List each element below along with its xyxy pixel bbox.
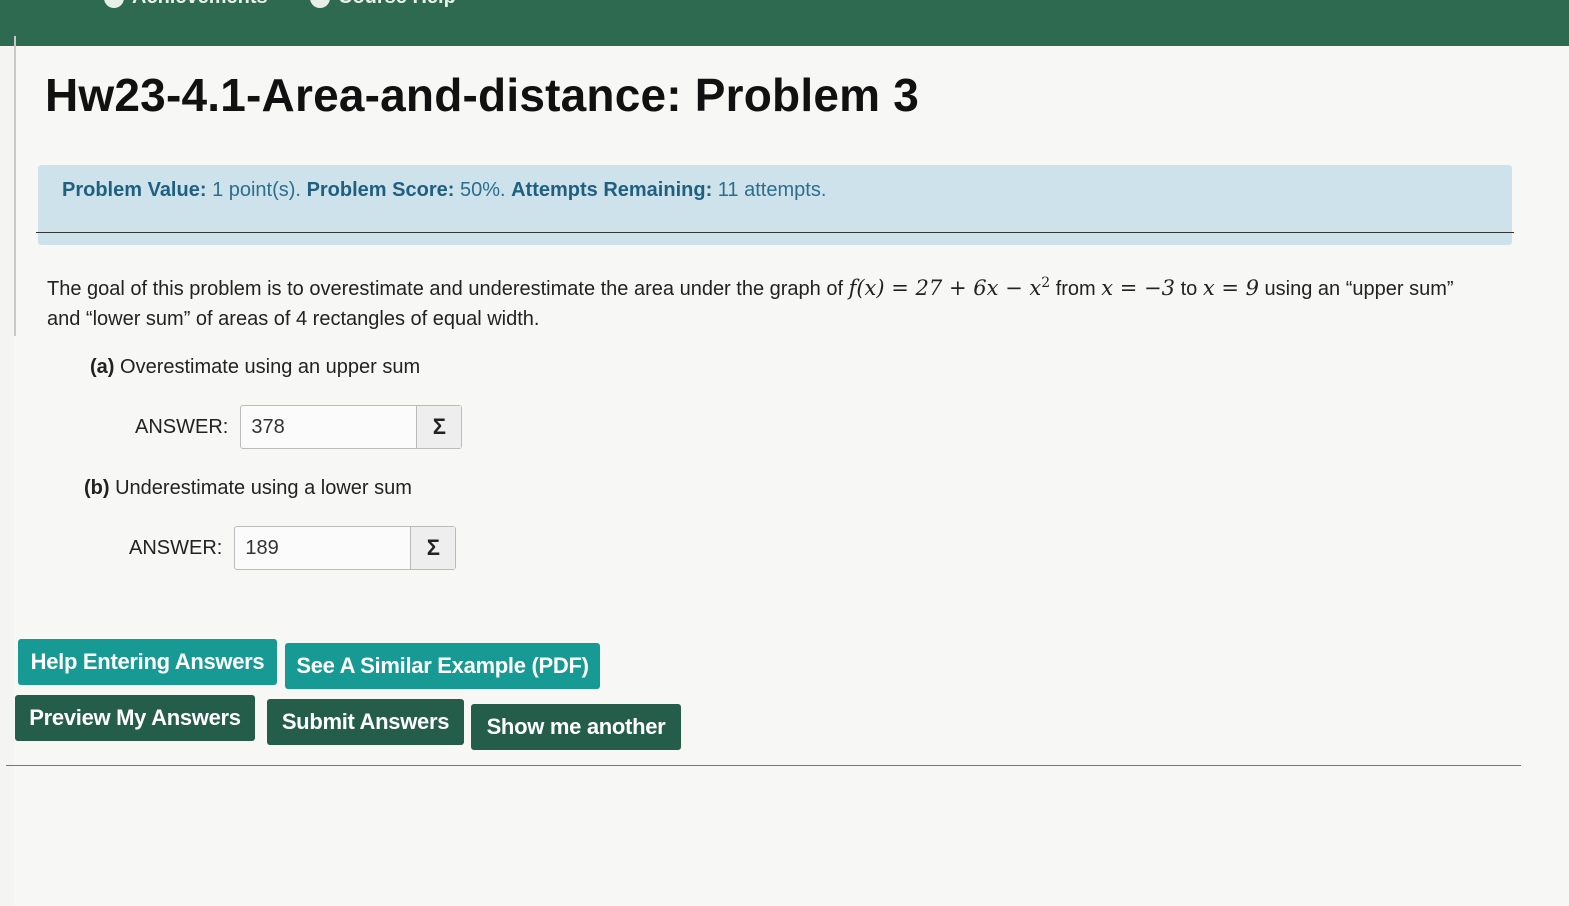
problem-score: 50%. <box>459 179 506 201</box>
statement-from: from <box>1055 278 1096 300</box>
problem-score-label: Problem Score: <box>306 179 455 201</box>
answer-b-equation-editor-button[interactable]: Σ <box>410 527 456 569</box>
problem-info-bar: Problem Value: 1 point(s). Problem Score… <box>38 165 1512 245</box>
sigma-icon: Σ <box>426 535 440 560</box>
part-b-text: Underestimate using a lower sum <box>115 477 412 499</box>
left-divider <box>14 36 16 336</box>
achievements-icon <box>104 0 124 8</box>
answer-b-label: ANSWER: <box>129 536 223 559</box>
answer-row-b: ANSWER: Σ <box>129 526 457 570</box>
part-a-label: (a) Overestimate using an upper sum <box>90 356 420 379</box>
part-a-text: Overestimate using an upper sum <box>120 356 421 378</box>
statement-intro: The goal of this problem is to overestim… <box>47 278 844 300</box>
function-exponent: 2 <box>1041 275 1051 291</box>
problem-value: 1 point(s). <box>212 179 301 201</box>
statement-function: f(x) = 27 + 6x − x2 <box>848 275 1051 300</box>
answer-b-box: Σ <box>234 526 457 570</box>
nav-course-help[interactable]: Course Help <box>310 0 456 9</box>
answer-a-input[interactable] <box>241 406 417 448</box>
problem-value-label: Problem Value: <box>62 179 207 201</box>
bottom-divider <box>6 765 1521 766</box>
problem-statement: The goal of this problem is to overestim… <box>47 268 1477 334</box>
nav-course-help-label: Course Help <box>338 0 456 9</box>
function-expression: f(x) = 27 + 6x − x <box>848 276 1042 300</box>
help-entering-answers-button[interactable]: Help Entering Answers <box>18 639 277 685</box>
statement-upper-bound: x = 9 <box>1202 276 1259 300</box>
statement-to: to <box>1180 278 1198 300</box>
nav-achievements[interactable]: Achievements <box>104 0 268 9</box>
submit-answers-button[interactable]: Submit Answers <box>267 699 464 745</box>
part-b-label: (b) Underestimate using a lower sum <box>84 477 412 500</box>
sigma-icon: Σ <box>432 414 446 439</box>
part-b-letter: (b) <box>84 477 110 499</box>
answer-a-box: Σ <box>240 405 463 449</box>
see-similar-example-button[interactable]: See A Similar Example (PDF) <box>285 643 600 689</box>
info-divider <box>36 232 1514 233</box>
answer-row-a: ANSWER: Σ <box>135 405 463 449</box>
part-a-letter: (a) <box>90 356 115 378</box>
statement-lower-bound: x = −3 <box>1101 276 1175 300</box>
answer-a-equation-editor-button[interactable]: Σ <box>416 406 462 448</box>
preview-answers-button[interactable]: Preview My Answers <box>15 695 255 741</box>
top-nav-bar: Achievements Course Help <box>0 0 1569 46</box>
answer-b-input[interactable] <box>235 527 411 569</box>
page-title: Hw23-4.1-Area-and-distance: Problem 3 <box>45 69 919 121</box>
answer-a-label: ANSWER: <box>135 415 229 438</box>
attempts-remaining-label: Attempts Remaining: <box>511 179 713 201</box>
help-icon <box>310 0 330 8</box>
attempts-remaining: 11 attempts. <box>717 179 827 201</box>
show-me-another-button[interactable]: Show me another <box>471 704 681 750</box>
nav-achievements-label: Achievements <box>132 0 268 9</box>
